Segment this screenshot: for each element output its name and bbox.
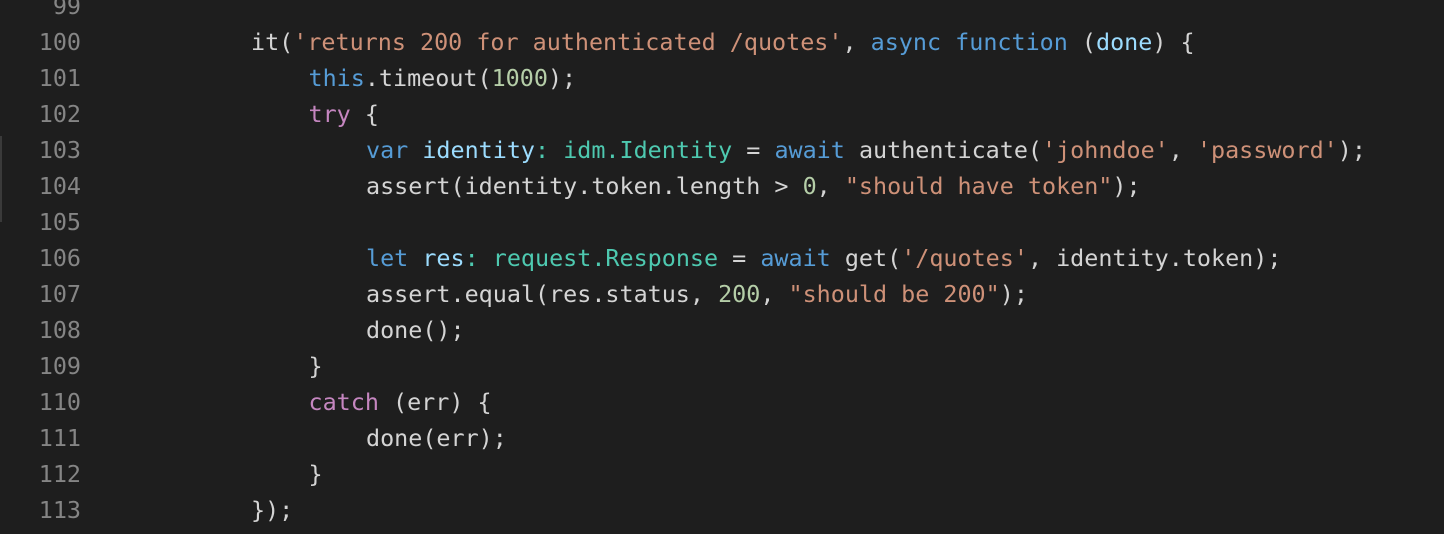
code-token-plain: authenticate( [844,136,1043,164]
code-token-plain: = [718,244,761,272]
code-line[interactable]: 112} [0,456,1444,492]
line-code: it('returns 200 for authenticated /quote… [251,24,1195,60]
code-token-string: 'johndoe' [1042,136,1169,164]
line-number: 99 [52,0,81,20]
code-line[interactable]: 102 try { [0,96,1444,132]
code-token-keyword: var [366,136,409,164]
code-token-plain: ); [1112,172,1141,200]
line-number: 113 [38,496,81,524]
code-token-string: '/quotes' [901,244,1028,272]
code-token-plain: = [732,136,775,164]
code-line[interactable]: 106 let res: request.Response = await get… [0,240,1444,276]
code-token-plain: ) { [1152,28,1195,56]
code-token-string: 'returns 200 for authenticated /quotes' [293,28,843,56]
code-token-keyword: async [870,28,942,56]
line-number: 102 [38,100,81,128]
line-code: } [309,348,323,384]
line-code: assert.equal(res.status, 200, "should be… [366,276,1028,312]
code-token-plain: .timeout( [364,64,492,92]
code-line[interactable]: 101 this.timeout(1000); [0,60,1444,96]
code-token-plain: ( [1067,28,1096,56]
code-line[interactable]: 100 it('returns 200 for authenticated /qu… [0,24,1444,60]
line-number: 112 [38,460,81,488]
line-number: 103 [38,136,81,164]
line-number: 107 [38,280,81,308]
code-token-variable: done [1096,28,1153,56]
line-code: done(err); [366,420,507,456]
code-token-plain: get( [830,244,902,272]
code-token-plain: done(); [366,316,465,344]
code-token-plain: done(err); [366,424,507,452]
code-line[interactable]: 104 assert(identity.token.length > 0, "sh… [0,168,1444,204]
code-token-control: try [308,100,351,128]
line-number: 110 [38,388,81,416]
code-token-keyword: let [366,244,409,272]
code-token-plain: ); [1337,136,1366,164]
line-code: try { [309,96,379,132]
code-token-plain: , [760,280,789,308]
code-line[interactable]: 107 assert.equal(res.status, 200, "should… [0,276,1444,312]
code-line[interactable]: 110 catch (err) { [0,384,1444,420]
code-token-plain: assert(identity.token.length > [366,172,803,200]
line-code: let res: request.Response = await get('/… [366,240,1281,276]
code-token-control: catch [308,388,379,416]
code-token-keyword: await [774,136,845,164]
line-code: } [309,456,323,492]
code-token-type: : [535,136,564,164]
code-token-plain: } [308,460,323,488]
line-number: 105 [38,208,81,236]
code-line[interactable]: 108 done(); [0,312,1444,348]
line-code: this.timeout(1000); [309,60,577,96]
code-token-variable: identity [422,136,536,164]
code-token-variable: res [422,244,465,272]
code-token-plain: } [308,352,323,380]
line-code: done(); [366,312,465,348]
line-code: assert(identity.token.length > 0, "shoul… [366,168,1141,204]
code-token-number: 0 [802,172,817,200]
line-number: 109 [38,352,81,380]
line-number: 101 [38,64,81,92]
code-token-number: 1000 [491,64,548,92]
code-token-type: : [464,244,493,272]
code-token-plain: assert.equal(res.status, [366,280,719,308]
code-token-string: 'password' [1196,136,1338,164]
code-token-string: "should be 200" [788,280,1000,308]
code-token-plain: (err) { [378,388,492,416]
code-line[interactable]: 103 var identity: idm.Identity = await au… [0,132,1444,168]
line-number: 100 [38,28,81,56]
code-token-type: request.Response [492,244,719,272]
line-code: var identity: idm.Identity = await authe… [366,132,1366,168]
line-number: 111 [38,424,81,452]
code-token-plain: , [842,28,871,56]
code-token-keyword: await [760,244,831,272]
code-line[interactable]: 105 [0,204,1444,240]
line-number: 104 [38,172,81,200]
code-token-plain: }); [251,496,294,524]
line-code: catch (err) { [309,384,492,420]
code-token-keyword: function [955,28,1068,56]
code-token-plain: { [350,100,379,128]
code-line[interactable]: 113}); [0,492,1444,528]
line-number: 108 [38,316,81,344]
line-code: }); [251,492,293,528]
code-line[interactable]: 109} [0,348,1444,384]
line-number: 106 [38,244,81,272]
code-editor[interactable]: 99 100 it('returns 200 for authenticated /… [0,0,1444,534]
code-token-type: idm.Identity [563,136,733,164]
code-token-plain: , [1168,136,1197,164]
code-token-plain: , identity.token); [1027,244,1282,272]
code-token-keyword: this [308,64,365,92]
code-token-plain: ); [999,280,1028,308]
code-line[interactable]: 99 [0,0,1444,24]
code-token-string: "should have token" [844,172,1113,200]
code-token-plain: it( [251,28,294,56]
code-token-plain: , [816,172,845,200]
code-line[interactable]: 111 done(err); [0,420,1444,456]
code-token-number: 200 [718,280,761,308]
code-token-plain: ); [547,64,577,92]
